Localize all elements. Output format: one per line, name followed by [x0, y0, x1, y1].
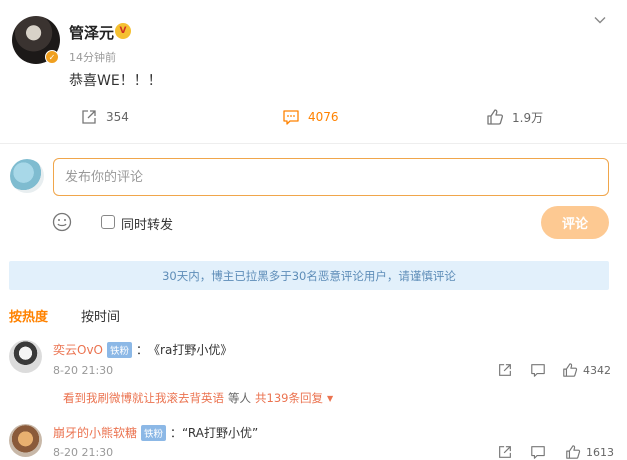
emoji-icon[interactable] [52, 212, 72, 232]
divider [0, 143, 627, 144]
share-button[interactable]: 354 [80, 108, 129, 126]
comment-like-count: 1613 [586, 445, 614, 459]
thumbs-up-icon [563, 363, 578, 377]
current-user-avatar [10, 159, 44, 193]
like-count: 1.9万 [512, 110, 544, 125]
commenter-avatar[interactable] [9, 424, 42, 457]
like-button[interactable]: 1.9万 [486, 108, 543, 126]
repost-label: 同时转发 [121, 218, 174, 233]
comment-button[interactable]: 4076 [282, 108, 339, 126]
comment-separator: ： [136, 343, 149, 357]
share-icon [82, 110, 96, 124]
reply-count: 共139条回复 [255, 391, 323, 405]
comment-time: 8-20 21:30 [53, 364, 114, 377]
share-icon[interactable] [497, 362, 513, 378]
comment-input[interactable] [53, 158, 609, 196]
share-count: 354 [106, 110, 129, 124]
author-name[interactable]: 管泽元 [69, 22, 114, 43]
comment-icon [283, 110, 299, 125]
reply-preview-text: 看到我刷微博就让我滚去背英语 [63, 391, 224, 405]
comment-like-count: 4342 [583, 363, 611, 377]
thumbs-up-icon [487, 109, 504, 125]
block-notice: 30天内，博主已拉黑多于30名恶意评论用户，请谨慎评论 [9, 261, 609, 290]
commenter-name[interactable]: 崩牙的小熊软糖 [53, 424, 137, 441]
tab-sort-hot[interactable]: 按热度 [9, 306, 48, 325]
reply-preview[interactable]: 看到我刷微博就让我滚去背英语 等人 共139条回复 ▼ [63, 390, 333, 406]
commenter-name[interactable]: 奕云OvO [53, 341, 103, 358]
reply-preview-meta: 等人 [228, 391, 251, 405]
submit-comment-button[interactable]: 评论 [541, 206, 609, 239]
comment-like-button[interactable]: 1613 [565, 444, 614, 460]
comment-header: 崩牙的小熊软糖 铁粉 ： “RA打野小优” [53, 424, 258, 441]
caret-down-icon: ▼ [326, 393, 334, 403]
fan-badge: 铁粉 [107, 341, 133, 358]
tab-sort-time[interactable]: 按时间 [81, 306, 120, 325]
comment-separator: ： [170, 426, 183, 440]
post-timestamp[interactable]: 14分钟前 [69, 49, 116, 65]
thumbs-up-icon [566, 445, 581, 459]
post-content: 恭喜WE！！！ [69, 73, 162, 89]
comment-header: 奕云OvO 铁粉 ：《ra打野小优》 [53, 341, 232, 358]
commenter-avatar[interactable] [9, 340, 42, 373]
reply-icon[interactable] [530, 362, 546, 378]
comment-text: 《ra打野小优》 [148, 343, 233, 357]
repost-checkbox[interactable] [101, 215, 115, 229]
vip-icon: V [115, 23, 131, 39]
fan-badge: 铁粉 [141, 424, 167, 441]
reply-icon[interactable] [530, 444, 546, 460]
share-icon[interactable] [497, 444, 513, 460]
comment-text: “RA打野小优” [182, 426, 259, 440]
comment-count: 4076 [308, 110, 339, 124]
comment-time: 8-20 21:30 [53, 446, 114, 459]
verified-badge-icon: ✓ [45, 50, 59, 64]
comment-like-button[interactable]: 4342 [562, 362, 611, 378]
chevron-down-icon[interactable] [593, 13, 607, 27]
